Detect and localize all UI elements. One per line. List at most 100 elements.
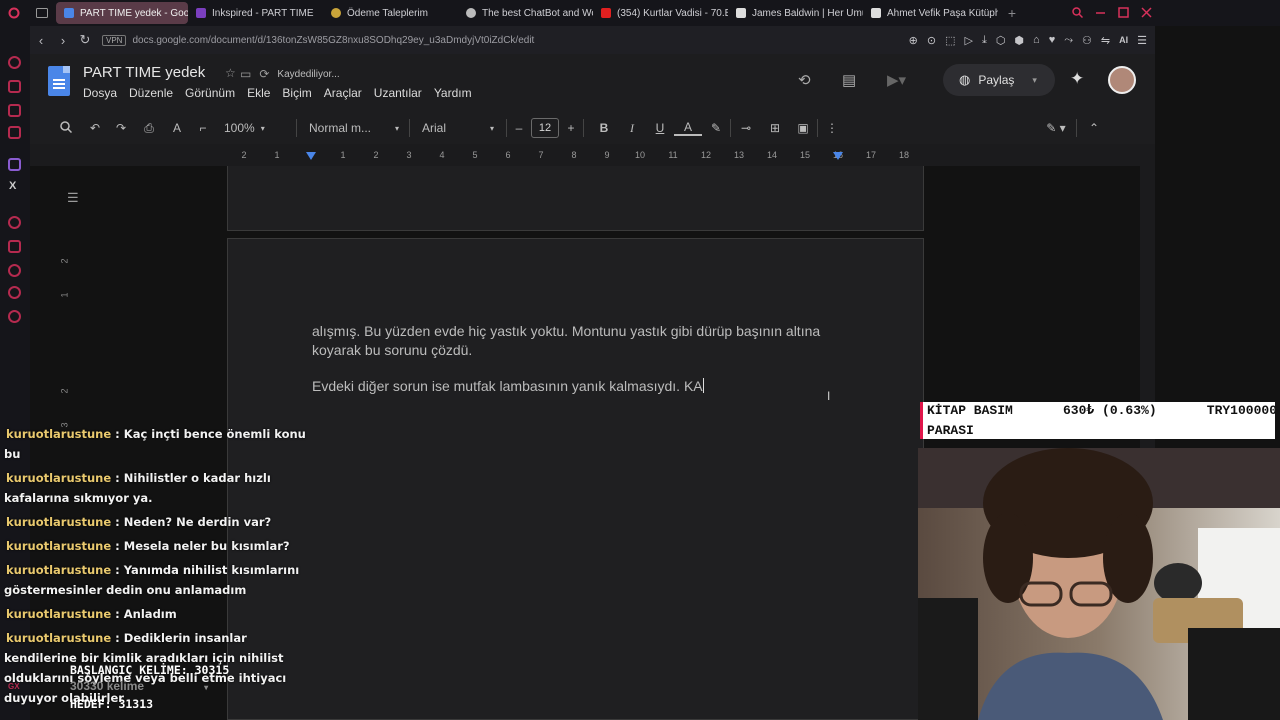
folder-icon[interactable]: ▭ (240, 67, 251, 81)
document-outline-icon[interactable]: ☰ (67, 190, 79, 206)
wallet-icon[interactable]: ⌂ (1033, 34, 1040, 46)
opera-menu-icon[interactable] (0, 0, 28, 26)
zoom-icon[interactable]: ⊕ (909, 34, 918, 47)
new-tab-button[interactable]: + (998, 0, 1026, 26)
undo-icon[interactable]: ↶ (82, 121, 108, 135)
account-icon[interactable]: ⚇ (1082, 34, 1092, 47)
tab-title: Ahmet Vefik Paşa Kütüpha (887, 7, 998, 19)
menu-dosya[interactable]: Dosya (83, 86, 117, 100)
x-twitter-icon[interactable]: X (9, 180, 16, 192)
share-button[interactable]: ◍ Paylaş ▾ (943, 64, 1055, 96)
twitch-icon[interactable] (8, 158, 21, 171)
snapshot-icon[interactable]: ⬚ (945, 34, 955, 47)
menu-uzantilar[interactable]: Uzantılar (374, 86, 422, 100)
font-select[interactable]: Arial ▾ (422, 121, 506, 135)
maximize-icon[interactable] (1118, 6, 1129, 21)
paragraph-line[interactable]: Evdeki diğer sorun ise mutfak lambasının… (312, 377, 704, 396)
ruler-number: 4 (439, 150, 445, 160)
menu-yardim[interactable]: Yardım (434, 86, 472, 100)
messenger-icon[interactable] (8, 104, 21, 117)
pinboard-icon[interactable] (8, 240, 21, 253)
heart-icon[interactable]: ♥ (1049, 34, 1056, 46)
insert-image-icon[interactable]: ▣ (789, 121, 817, 135)
search-menus-icon[interactable] (50, 120, 82, 136)
page-previous[interactable] (227, 166, 924, 231)
forward-icon[interactable]: › (52, 33, 74, 48)
print-icon[interactable]: ⎙ (134, 121, 164, 136)
address-bar: ‹ › ↻ VPN docs.google.com/document/d/136… (30, 26, 1155, 54)
zoom-select[interactable]: 100% ▾ (224, 121, 296, 135)
decrease-font-size-icon[interactable]: – (507, 121, 531, 135)
camera-icon[interactable]: ⊙ (927, 34, 936, 47)
add-comment-icon[interactable]: ⊞ (761, 121, 789, 135)
tab-part-time-yedek[interactable]: PART TIME yedek - Google (56, 2, 188, 24)
chat-message: kuruotlarustune : Mesela neler bu kısıml… (6, 539, 290, 553)
paragraph-line[interactable]: koyarak bu sorunu çözdü. (312, 341, 472, 360)
bold-icon[interactable]: B (590, 121, 618, 135)
reload-icon[interactable]: ↻ (74, 32, 96, 48)
play-icon[interactable]: ▷ (964, 34, 972, 47)
extensions-icon[interactable] (8, 286, 21, 299)
italic-icon[interactable]: I (618, 121, 646, 136)
mail-icon[interactable] (8, 126, 21, 139)
settings-icon[interactable] (8, 310, 21, 323)
style-select[interactable]: Normal m... ▾ (309, 121, 409, 135)
font-size-input[interactable]: 12 (531, 118, 559, 138)
text-color-icon[interactable]: A (674, 120, 702, 136)
search-tabs-icon[interactable] (1072, 6, 1084, 21)
increase-font-size-icon[interactable]: + (559, 121, 583, 135)
tab-inkspired[interactable]: Inkspired - PART TIME (188, 2, 323, 24)
horizontal-ruler[interactable]: 21123456789101112131415161718 (30, 144, 1140, 166)
workspace-icon[interactable] (8, 80, 21, 93)
spellcheck-icon[interactable]: A (164, 121, 190, 135)
history-icon[interactable] (8, 264, 21, 277)
page-current[interactable] (227, 238, 924, 720)
music-player-icon[interactable] (8, 216, 21, 229)
paint-format-icon[interactable]: ⌐ (190, 121, 216, 135)
tab-ahmet-vefik-pasa[interactable]: Ahmet Vefik Paşa Kütüpha (863, 2, 998, 24)
current-word-count[interactable]: 30330 kelime ▾ (70, 678, 229, 696)
tab-kurtlar-vadisi[interactable]: (354) Kurtlar Vadisi - 70.B (593, 2, 728, 24)
indent-marker-icon[interactable] (306, 152, 316, 160)
redo-icon[interactable]: ↷ (108, 121, 134, 135)
tab-odeme-taleplerim[interactable]: Ödeme Taleplerim (323, 2, 458, 24)
comments-icon[interactable]: ▤ (842, 71, 856, 89)
version-history-icon[interactable]: ⟲ (798, 71, 811, 89)
menu-ekle[interactable]: Ekle (247, 86, 270, 100)
tab-manager-icon[interactable] (28, 0, 56, 26)
tab-james-baldwin[interactable]: James Baldwin | Her Umu (728, 2, 863, 24)
minimize-icon[interactable] (1095, 6, 1106, 21)
menu-araclar[interactable]: Araçlar (324, 86, 362, 100)
docs-logo-icon[interactable] (48, 66, 70, 96)
avatar[interactable] (1108, 66, 1136, 94)
payment-icon (331, 8, 341, 18)
menu-duzenle[interactable]: Düzenle (129, 86, 173, 100)
menu-bicim[interactable]: Biçim (282, 86, 311, 100)
gemini-icon[interactable]: ✦ (1070, 69, 1084, 89)
menu-gorunum[interactable]: Görünüm (185, 86, 235, 100)
hide-menus-icon[interactable]: ⌃ (1077, 121, 1111, 135)
back-icon[interactable]: ‹ (30, 33, 52, 48)
extension-icon[interactable]: ⬢ (1014, 34, 1024, 47)
highlight-icon[interactable]: ✎ (702, 121, 730, 135)
more-options-icon[interactable]: ⋮ (818, 121, 846, 135)
tab-chatbot[interactable]: The best ChatBot and Wo (458, 2, 593, 24)
star-icon[interactable]: ☆ (225, 66, 236, 80)
share-icon[interactable]: ⤳ (1064, 34, 1073, 47)
aria-icon[interactable] (8, 56, 21, 69)
close-window-icon[interactable] (1141, 6, 1152, 21)
saving-status-text: Kaydediliyor... (277, 68, 340, 80)
menu-icon[interactable]: ☰ (1137, 34, 1147, 47)
ai-button[interactable]: AI (1119, 35, 1128, 45)
meet-icon[interactable]: ▶▾ (887, 71, 906, 89)
download-icon[interactable]: ⤓ (982, 34, 987, 47)
url-field[interactable]: docs.google.com/document/d/136tonZsW85GZ… (132, 35, 534, 46)
translate-icon[interactable]: ⇋ (1101, 34, 1110, 47)
paragraph-line[interactable]: alışmış. Bu yüzden evde hiç yastık yoktu… (312, 322, 820, 341)
document-title[interactable]: PART TIME yedek (83, 64, 205, 81)
editing-mode-icon[interactable]: ✎ ▾ (1036, 121, 1076, 135)
underline-icon[interactable]: U (646, 121, 674, 135)
link-icon[interactable]: ⊸ (731, 121, 761, 135)
cube-icon[interactable]: ⬡ (996, 34, 1006, 47)
vpn-badge[interactable]: VPN (102, 34, 127, 46)
